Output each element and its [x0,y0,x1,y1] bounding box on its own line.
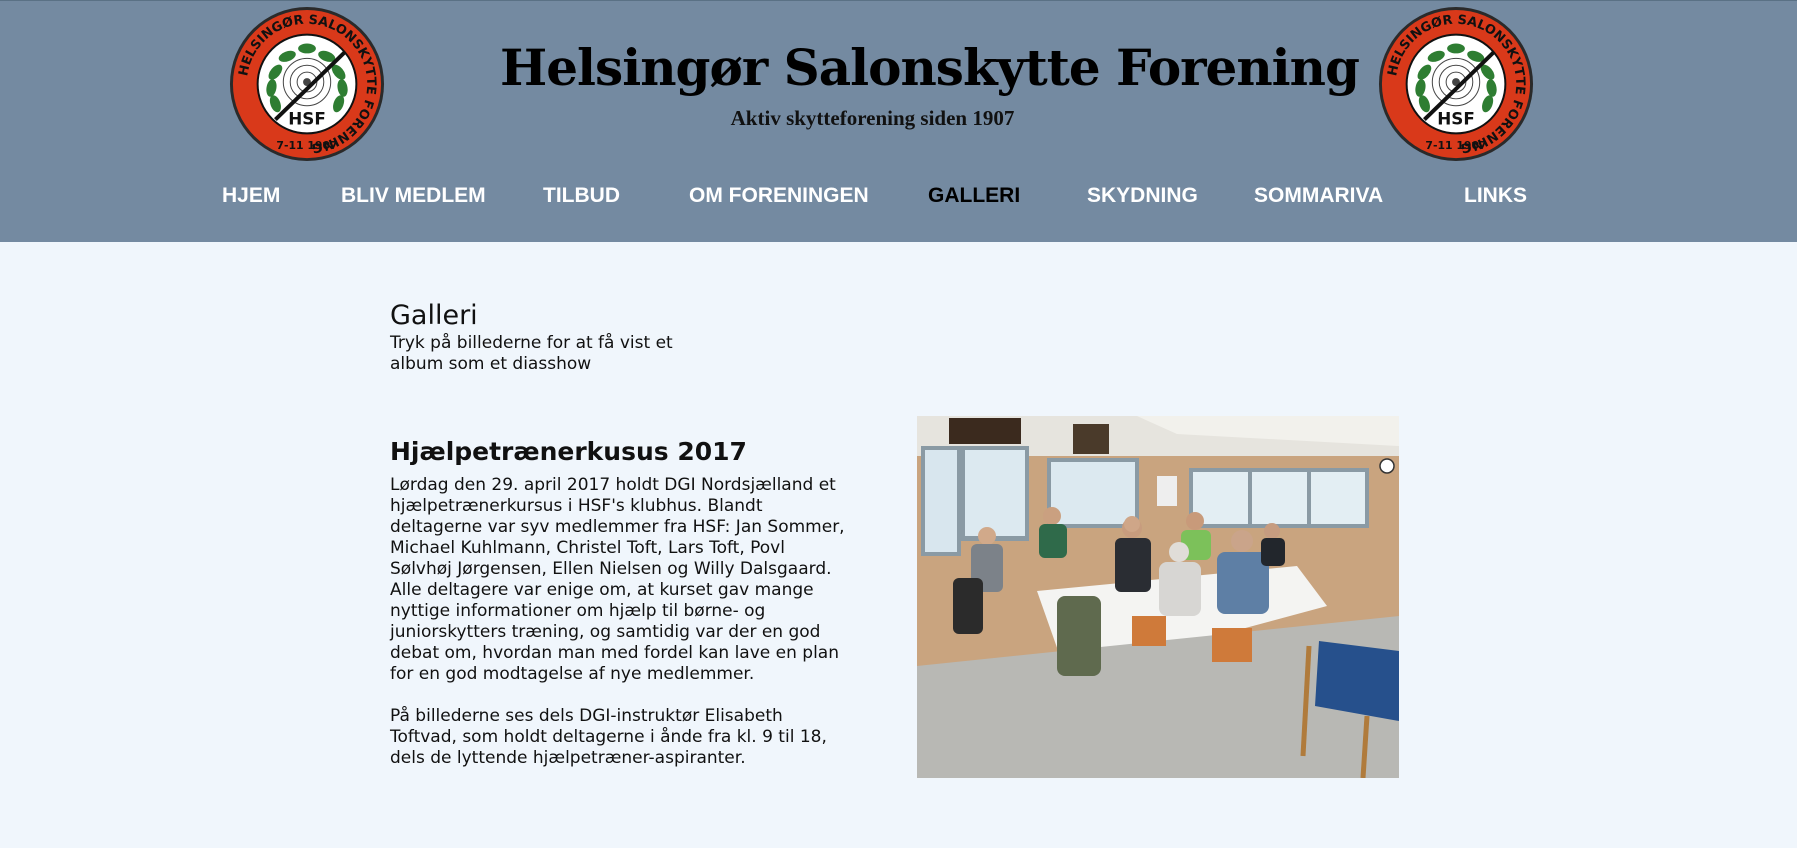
article-body: Lørdag den 29. april 2017 holdt DGI Nord… [390,475,890,769]
gallery-intro: Tryk på billederne for at få vist et alb… [390,333,720,375]
intro-line: album som et diasshow [390,354,592,374]
club-emblem-icon: HELSINGØR SALONSKYTTE FORENING HSF 7-11 … [1378,6,1534,162]
club-logo-right[interactable]: HELSINGØR SALONSKYTTE FORENING HSF 7-11 … [1377,5,1535,163]
article-paragraph: På billederne ses dels DGI-instruktør El… [390,706,890,769]
article-title: Hjælpetrænerkusus 2017 [390,436,747,466]
nav-item-links[interactable]: LINKS [1464,179,1527,213]
nav-item-bliv-medlem[interactable]: BLIV MEDLEM [341,179,486,213]
nav-item-om-foreningen[interactable]: OM FORENINGEN [689,179,869,213]
text-line: for en god modtagelse af nye medlemmer. [390,664,755,684]
site-title: Helsingør Salonskytte Forening [500,38,1360,97]
intro-line: Tryk på billederne for at få vist et [390,333,673,353]
text-line: Toftvad, som holdt deltagerne i ånde fra… [390,727,827,747]
main-nav: HJEM BLIV MEDLEM TILBUD OM FORENINGEN GA… [0,179,1797,213]
text-line: Sølvhøj Jørgensen, Ellen Nielsen og Will… [390,559,832,579]
text-line: dels de lyttende hjælpetræner-aspiranter… [390,748,746,768]
site-tagline: Aktiv skytteforening siden 1907 [730,106,1015,130]
photo-image [917,416,1399,778]
text-line: Lørdag den 29. april 2017 holdt DGI Nord… [390,475,836,495]
text-line: hjælpetrænerkursus i HSF's klubhus. Blan… [390,496,763,516]
nav-item-skydning[interactable]: SKYDNING [1087,179,1198,213]
club-logo-left[interactable]: HELSINGØR SALONSKYTTE FORENING HSF 7-11 … [228,5,386,163]
club-emblem-icon: HELSINGØR SALONSKYTTE FORENING HSF 7-11 … [229,6,385,162]
gallery-photo[interactable] [917,416,1399,778]
nav-item-sommariva[interactable]: SOMMARIVA [1254,179,1383,213]
text-line: juniorskytters træning, og samtidig var … [390,622,821,642]
nav-item-tilbud[interactable]: TILBUD [543,179,620,213]
page-title: Galleri [390,300,478,332]
logo-abbrev: HSF [288,108,326,128]
site-header: HELSINGØR SALONSKYTTE FORENING HSF 7-11 … [0,0,1797,242]
text-line: Michael Kuhlmann, Christel Toft, Lars To… [390,538,785,558]
logo-date: 7-11 1907 [1425,139,1486,152]
nav-item-galleri[interactable]: GALLERI [928,179,1020,213]
article-paragraph: Lørdag den 29. april 2017 holdt DGI Nord… [390,475,890,685]
text-line: På billederne ses dels DGI-instruktør El… [390,706,783,726]
text-line: debat om, hvordan man med fordel kan lav… [390,643,839,663]
text-line: Alle deltagere var enige om, at kurset g… [390,580,814,600]
text-line: deltagerne var syv medlemmer fra HSF: Ja… [390,517,845,537]
logo-abbrev: HSF [1437,108,1475,128]
text-line: nyttige informationer om hjælp til børne… [390,601,766,621]
nav-item-hjem[interactable]: HJEM [222,179,280,213]
logo-date: 7-11 1907 [276,139,337,152]
